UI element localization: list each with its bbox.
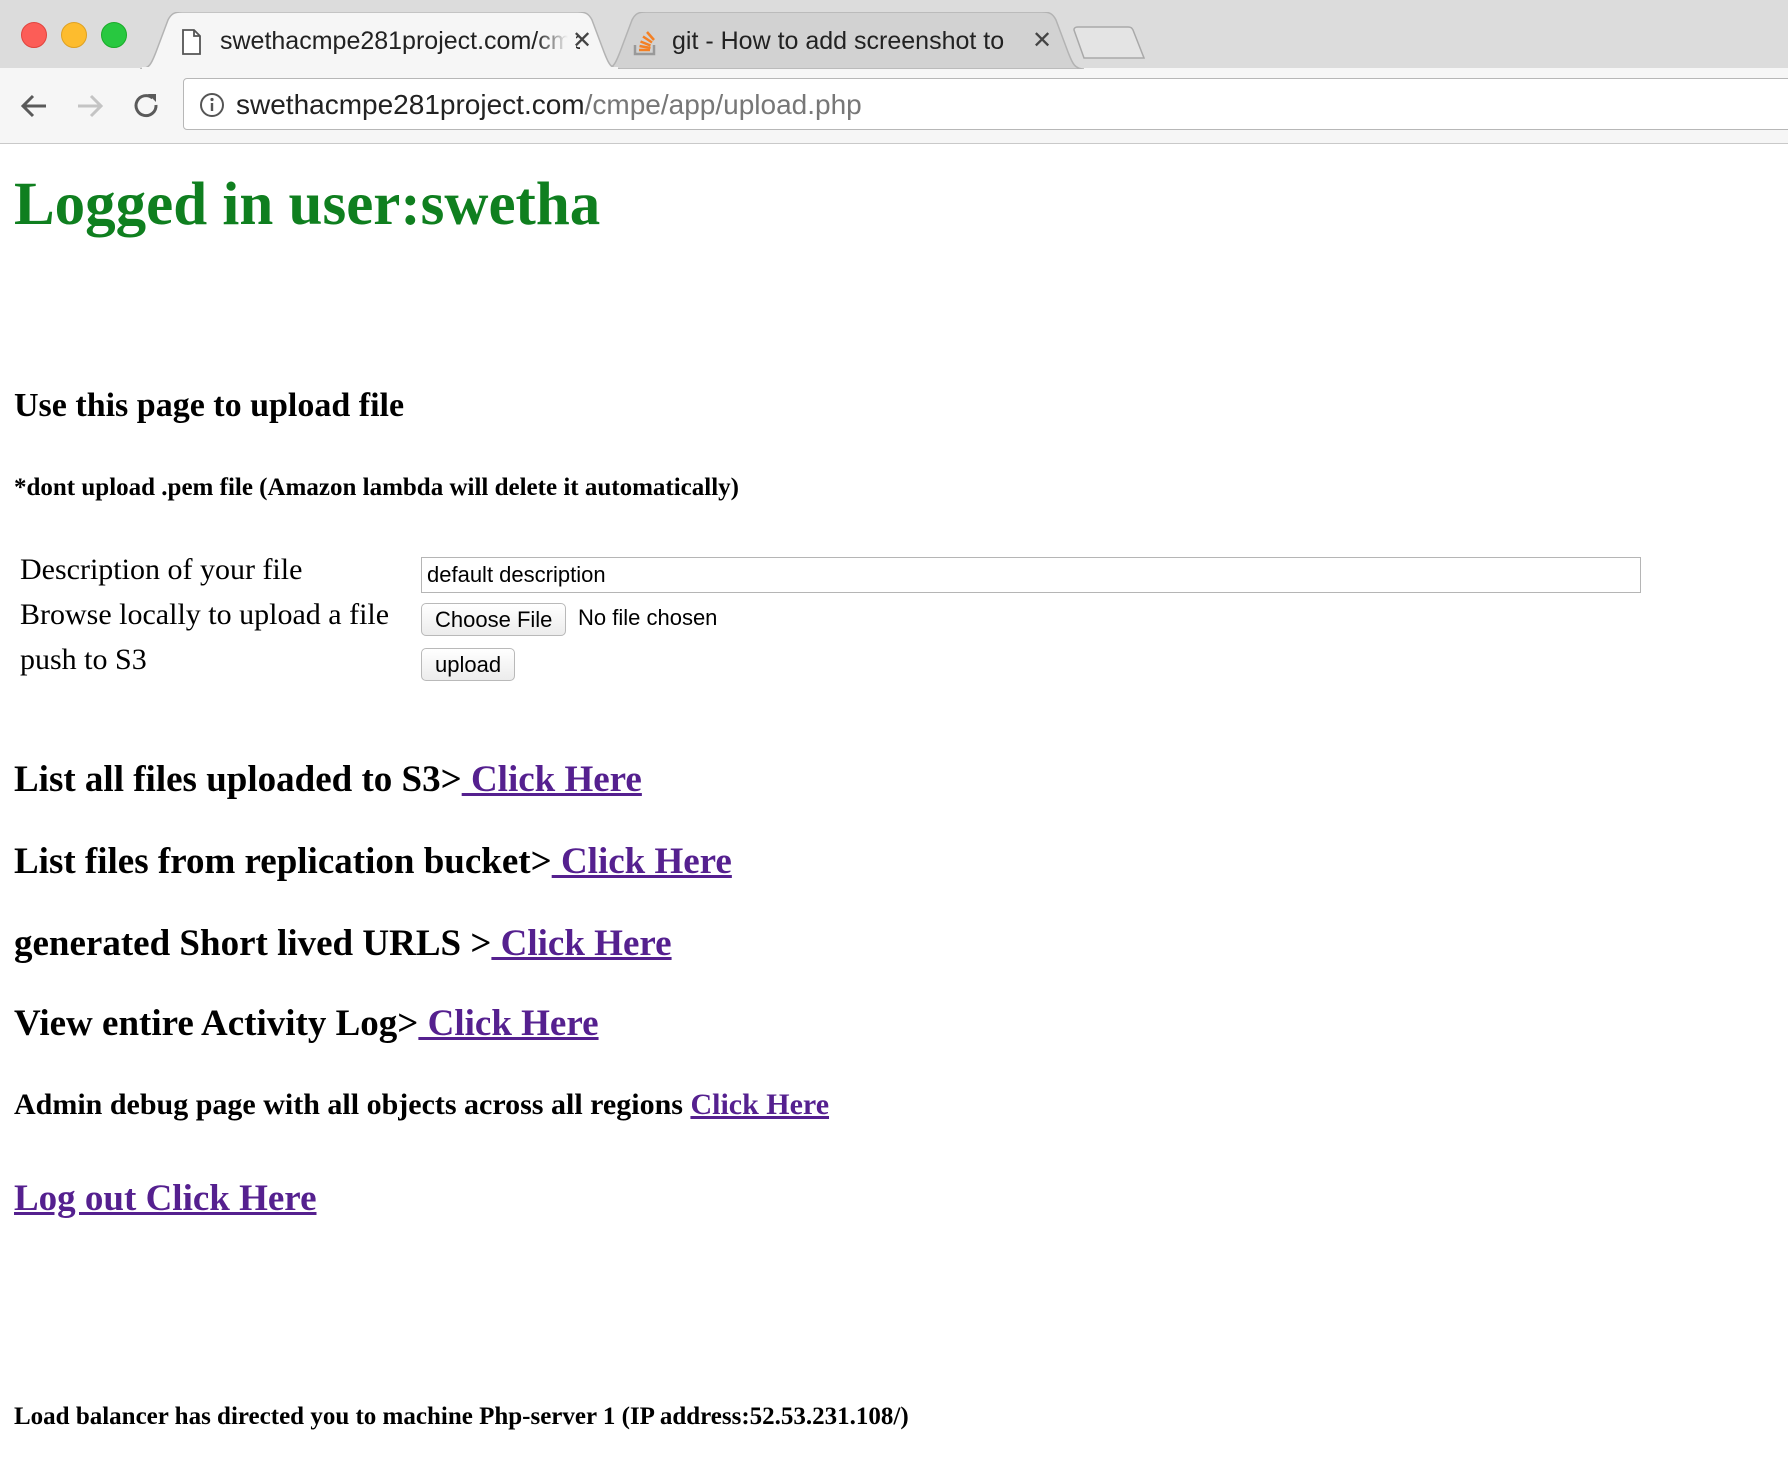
admin-debug-link[interactable]: Click Here <box>690 1088 829 1121</box>
description-label: Description of your file <box>20 553 303 586</box>
stackoverflow-icon <box>633 31 656 56</box>
browser-toolbar: swethacmpe281project.com/cmpe/app/upload… <box>0 68 1788 144</box>
list-files-row: List all files uploaded to S3> Click Her… <box>14 758 642 801</box>
replication-files-row: List files from replication bucket> Clic… <box>14 840 732 883</box>
page-icon <box>182 29 201 55</box>
logged-in-user-heading: Logged in user:swetha <box>14 171 601 238</box>
logout-row: Log out Click Here <box>14 1177 317 1220</box>
short-lived-urls-link[interactable]: Click Here <box>491 923 672 964</box>
activity-log-text: View entire Activity Log> <box>14 1003 419 1044</box>
url-host: swethacmpe281project.com <box>236 89 585 120</box>
list-files-text: List all files uploaded to S3> <box>14 759 462 800</box>
browser-tab-strip: git - How to add screenshot to ✕ swethac… <box>0 0 1788 69</box>
short-lived-urls-row: generated Short lived URLS > Click Here <box>14 922 672 965</box>
choose-file-button[interactable]: Choose File <box>421 603 567 636</box>
info-icon[interactable] <box>199 92 225 118</box>
url-text: swethacmpe281project.com/cmpe/app/upload… <box>236 89 862 121</box>
admin-debug-row: Admin debug page with all objects across… <box>14 1088 829 1122</box>
forward-arrow-icon[interactable] <box>72 88 108 124</box>
push-label: push to S3 <box>20 643 147 676</box>
reload-icon[interactable] <box>128 88 164 124</box>
tab-stackoverflow[interactable]: git - How to add screenshot to ✕ <box>604 12 1084 69</box>
description-input[interactable] <box>421 557 1641 593</box>
minimize-window-button[interactable] <box>61 22 87 48</box>
back-arrow-icon[interactable] <box>16 88 52 124</box>
replication-files-link[interactable]: Click Here <box>552 841 732 882</box>
load-balancer-note: Load balancer has directed you to machin… <box>14 1403 909 1430</box>
tab-title-fade <box>536 22 576 58</box>
browse-label: Browse locally to upload a file <box>20 598 390 631</box>
activity-log-link[interactable]: Click Here <box>418 1003 599 1044</box>
activity-log-row: View entire Activity Log> Click Here <box>14 1002 599 1045</box>
close-window-button[interactable] <box>21 22 47 48</box>
pem-warning: *dont upload .pem file (Amazon lambda wi… <box>14 474 739 501</box>
address-bar[interactable]: swethacmpe281project.com/cmpe/app/upload… <box>183 78 1788 130</box>
admin-debug-text: Admin debug page with all objects across… <box>14 1088 691 1121</box>
logout-link[interactable]: Log out Click Here <box>14 1178 317 1219</box>
upload-button[interactable]: upload <box>421 648 516 681</box>
url-path: /cmpe/app/upload.php <box>584 89 862 120</box>
tab-title: git - How to add screenshot to <box>672 27 1005 55</box>
no-file-status: No file chosen <box>578 605 718 630</box>
replication-files-text: List files from replication bucket> <box>14 841 552 882</box>
upload-heading: Use this page to upload file <box>14 387 405 424</box>
maximize-window-button[interactable] <box>101 22 127 48</box>
tab-close-icon[interactable]: ✕ <box>1032 25 1052 55</box>
tab-title: swethacmpe281project.com/cmpe/app/upload… <box>220 27 580 55</box>
tab-close-icon[interactable]: ✕ <box>572 25 592 55</box>
list-files-link[interactable]: Click Here <box>462 759 642 800</box>
short-lived-urls-text: generated Short lived URLS > <box>14 923 492 964</box>
tab-upload-page[interactable]: swethacmpe281project.com/cmpe/app/upload… <box>140 12 620 69</box>
